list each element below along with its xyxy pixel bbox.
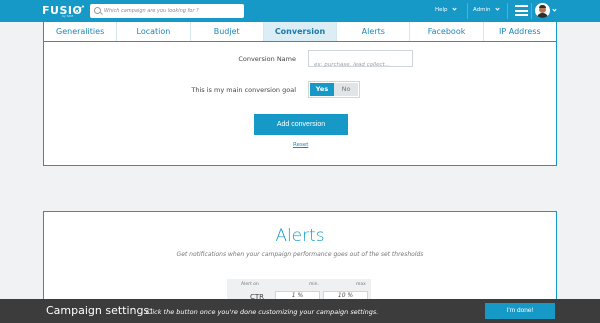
col-min: min. [309, 282, 319, 287]
top-navbar: FUSIO by S4M Help Admin [0, 0, 600, 22]
tab-generalities[interactable]: Generalities [44, 22, 118, 41]
avatar[interactable] [535, 3, 550, 18]
chevron-down-icon [451, 6, 457, 11]
chevron-down-icon[interactable] [552, 7, 557, 12]
chevron-down-icon [494, 6, 500, 11]
tab-location[interactable]: Location [117, 22, 191, 41]
campaign-search[interactable] [90, 4, 244, 18]
tab-budjet[interactable]: Budjet [191, 22, 264, 41]
toggle-no-button[interactable]: No [334, 83, 358, 96]
reset-link[interactable]: Reset [293, 142, 308, 148]
conversion-name-label: Conversion Name [238, 55, 296, 63]
footer-description: Click the button once you're done custom… [146, 308, 379, 316]
alerts-subtitle: Get notifications when your campaign per… [176, 251, 424, 258]
conversion-name-field[interactable] [308, 50, 413, 73]
tab-alerts[interactable]: Alerts [337, 22, 411, 41]
logo-network-icon [76, 5, 84, 12]
main-goal-label: This is my main conversion goal [191, 86, 296, 94]
alerts-title: Alerts [275, 226, 325, 246]
logo-subtitle: by S4M [62, 14, 74, 18]
main-goal-toggle: Yes No [308, 81, 360, 98]
toggle-yes-button[interactable]: Yes [310, 83, 334, 96]
tab-conversion[interactable]: Conversion [263, 22, 338, 41]
divider [467, 3, 468, 19]
search-icon [94, 7, 101, 14]
conversion-name-input[interactable] [309, 57, 412, 73]
col-max: max [356, 282, 366, 287]
add-conversion-button[interactable]: Add conversion [254, 114, 348, 135]
done-button[interactable]: I'm done! [485, 303, 555, 319]
footer-title: Campaign settings: [46, 304, 153, 317]
admin-label: Admin [473, 7, 491, 13]
help-label: Help [435, 7, 448, 13]
menu-icon[interactable] [515, 5, 528, 16]
col-alert-on: Alert on [241, 282, 259, 287]
admin-menu[interactable]: Admin [473, 6, 500, 13]
tab-ip-address[interactable]: IP Address [484, 22, 556, 41]
help-menu[interactable]: Help [435, 6, 457, 13]
search-input[interactable] [104, 5, 240, 17]
campaign-settings-bar: Campaign settings: Click the button once… [0, 299, 600, 323]
divider [531, 3, 532, 19]
settings-tabs: Generalities Location Budjet Conversion … [43, 22, 557, 42]
tab-facebook[interactable]: Facebook [410, 22, 484, 41]
divider [507, 3, 508, 19]
